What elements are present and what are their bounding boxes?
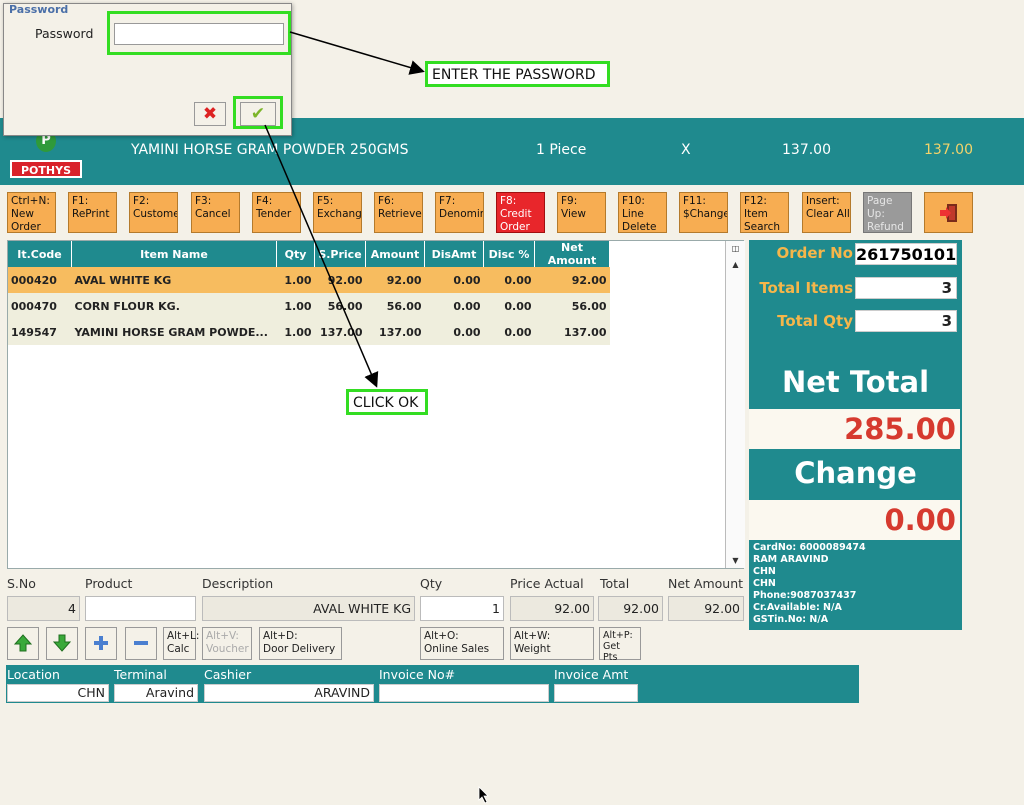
- annotation-arrows: [264, 31, 425, 388]
- annotation-click-ok: CLICK OK: [346, 389, 428, 415]
- annotation-enter-password: ENTER THE PASSWORD: [425, 61, 610, 87]
- arrow-to-ok: [264, 124, 379, 388]
- mouse-cursor-icon: [478, 786, 489, 804]
- arrow-to-password: [289, 31, 425, 75]
